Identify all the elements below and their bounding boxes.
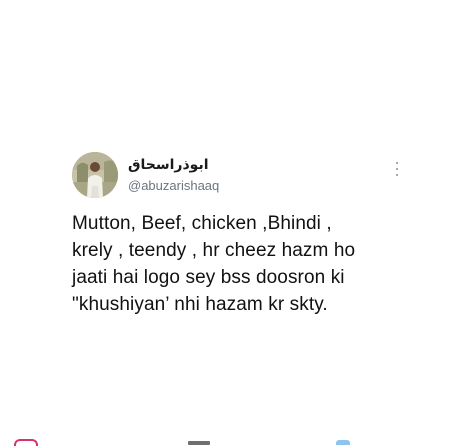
avatar[interactable] xyxy=(72,152,118,198)
user-meta: ابوذراسحاق @abuzarishaaq xyxy=(128,156,219,195)
more-vertical-icon[interactable] xyxy=(394,162,400,176)
bottom-bar xyxy=(0,436,450,446)
display-name[interactable]: ابوذراسحاق xyxy=(128,156,219,174)
page: ابوذراسحاق @abuzarishaaq Mutton, Beef, c… xyxy=(0,0,450,446)
user-handle[interactable]: @abuzarishaaq xyxy=(128,177,219,195)
tweet-text: Mutton, Beef, chicken ,Bhindi , krely , … xyxy=(72,213,356,315)
instagram-icon[interactable] xyxy=(14,439,38,446)
more-dot xyxy=(396,168,398,170)
twitter-icon[interactable] xyxy=(336,440,350,445)
tweet-header: ابوذراسحاق @abuzarishaaq xyxy=(72,152,412,198)
square-icon[interactable] xyxy=(188,441,210,445)
tweet-card: ابوذراسحاق @abuzarishaaq Mutton, Beef, c… xyxy=(72,152,412,318)
more-dot xyxy=(396,174,398,176)
more-dot xyxy=(396,162,398,164)
avatar-image xyxy=(72,152,118,198)
